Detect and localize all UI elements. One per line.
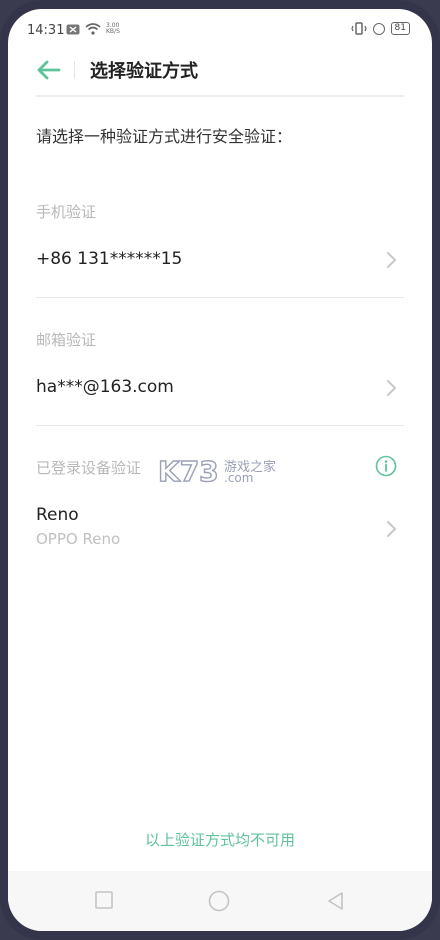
section-divider — [36, 425, 404, 426]
chevron-right-icon — [387, 252, 397, 268]
sync-icon — [372, 22, 385, 35]
email-address: ha***@163.com — [36, 377, 174, 397]
system-nav-bar — [8, 871, 432, 931]
watermark-com: .com — [224, 471, 254, 485]
network-speed: 3.00 KB/S — [106, 23, 120, 35]
watermark: K73 游戏之家 .com — [158, 453, 288, 489]
recents-square-icon[interactable] — [95, 891, 113, 909]
chevron-right-icon — [387, 380, 397, 396]
phone-frame: 14:31 3.00 KB/S 81 选择验证方式 请选择一种验证方式进行安全验… — [0, 0, 440, 940]
methods-unavailable-link[interactable]: 以上验证方式均不可用 — [8, 829, 432, 850]
header-separator — [74, 61, 75, 79]
phone-section-title: 手机验证 — [36, 203, 97, 221]
status-bar: 14:31 3.00 KB/S 81 — [8, 9, 432, 39]
device-name: Reno — [36, 505, 79, 525]
page-title: 选择验证方式 — [90, 61, 198, 82]
device-model: OPPO Reno — [36, 530, 121, 548]
email-section-title: 邮箱验证 — [36, 331, 97, 349]
wifi-icon — [85, 23, 101, 35]
chevron-right-icon — [387, 521, 397, 537]
notification-icon — [66, 24, 80, 34]
email-verification-row[interactable]: ha***@163.com — [8, 360, 432, 416]
device-verification-row[interactable]: Reno OPPO Reno — [8, 495, 432, 559]
home-circle-icon[interactable] — [208, 890, 230, 912]
back-triangle-icon[interactable] — [326, 891, 344, 911]
svg-text:K73: K73 — [158, 455, 219, 487]
battery-level: 81 — [390, 22, 410, 35]
verification-prompt: 请选择一种验证方式进行安全验证： — [36, 127, 293, 146]
app-header: 选择验证方式 — [8, 49, 432, 99]
header-divider — [36, 95, 404, 97]
screen: 14:31 3.00 KB/S 81 选择验证方式 请选择一种验证方式进行安全验… — [8, 9, 432, 931]
watermark-logo: K73 — [158, 454, 219, 487]
section-divider — [36, 297, 404, 298]
back-arrow-icon[interactable] — [36, 59, 62, 81]
speed-unit: KB/S — [106, 28, 120, 35]
vibrate-icon — [350, 22, 367, 35]
phone-number: +86 131******15 — [36, 249, 183, 269]
status-icons-left: 3.00 KB/S — [66, 23, 120, 35]
info-icon[interactable] — [375, 455, 397, 477]
status-time: 14:31 — [27, 23, 65, 38]
device-section-title: 已登录设备验证 — [36, 459, 142, 477]
phone-verification-row[interactable]: +86 131******15 — [8, 232, 432, 288]
status-icons-right: 81 — [350, 22, 410, 35]
